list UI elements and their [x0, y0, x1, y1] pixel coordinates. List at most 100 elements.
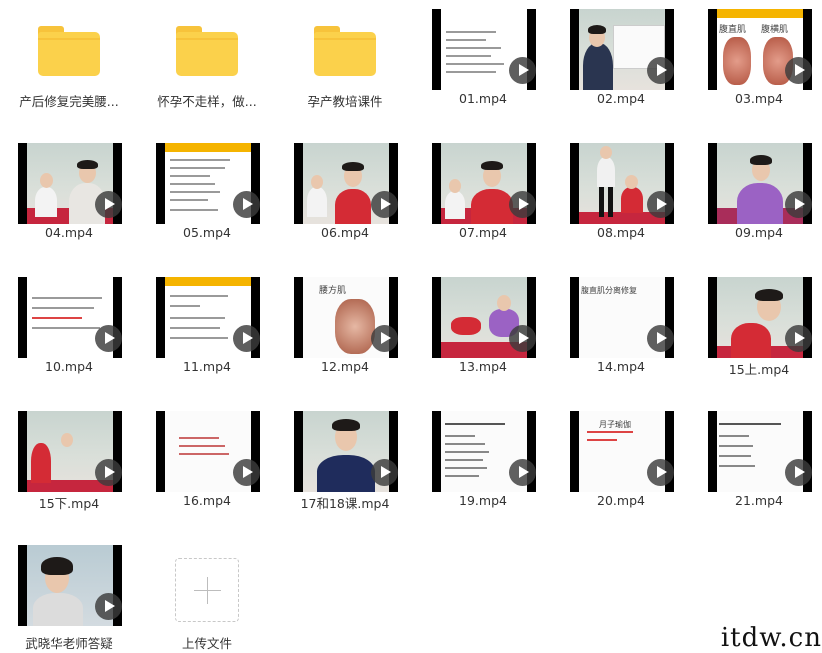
video-item[interactable]: 05.mp4 [138, 134, 276, 264]
thumbnail-text: 月子瑜伽 [599, 420, 631, 429]
video-item[interactable]: 腰方肌 12.mp4 [276, 268, 414, 398]
video-item[interactable]: 21.mp4 [690, 402, 822, 532]
thumbnail-text: 腹横肌 [761, 25, 789, 35]
video-name: 08.mp4 [597, 225, 645, 240]
folder-icon [38, 26, 100, 76]
video-thumbnail [294, 143, 398, 224]
video-thumbnail [570, 143, 674, 224]
folder-name: 孕产教培课件 [307, 94, 383, 109]
video-name: 07.mp4 [459, 225, 507, 240]
thumbnail-text: 腹直肌分离修复 [581, 286, 637, 295]
video-item[interactable]: 19.mp4 [414, 402, 552, 532]
video-name: 20.mp4 [597, 493, 645, 508]
video-item[interactable]: 15上.mp4 [690, 268, 822, 398]
video-thumbnail [708, 411, 812, 492]
video-item[interactable]: 10.mp4 [0, 268, 138, 398]
video-thumbnail [432, 411, 536, 492]
watermark: itdw.cn [720, 623, 822, 653]
video-item[interactable]: 08.mp4 [552, 134, 690, 264]
video-name: 14.mp4 [597, 359, 645, 374]
video-thumbnail [18, 545, 122, 626]
video-thumbnail [708, 277, 812, 358]
play-icon [647, 57, 674, 84]
video-item[interactable]: 13.mp4 [414, 268, 552, 398]
video-item[interactable]: 07.mp4 [414, 134, 552, 264]
video-thumbnail: 腰方肌 [294, 277, 398, 358]
play-icon [371, 325, 398, 352]
video-item[interactable]: 17和18课.mp4 [276, 402, 414, 532]
video-thumbnail [708, 143, 812, 224]
video-name: 03.mp4 [735, 91, 783, 106]
video-thumbnail [156, 411, 260, 492]
video-item[interactable]: 06.mp4 [276, 134, 414, 264]
video-item[interactable]: 月子瑜伽 20.mp4 [552, 402, 690, 532]
video-thumbnail [156, 277, 260, 358]
play-icon [233, 325, 260, 352]
play-icon [95, 459, 122, 486]
video-item[interactable]: 15下.mp4 [0, 402, 138, 532]
video-name: 12.mp4 [321, 359, 369, 374]
video-thumbnail [432, 9, 536, 90]
folder-item[interactable]: 孕产教培课件 [276, 0, 414, 130]
video-name: 10.mp4 [45, 359, 93, 374]
video-name: 17和18课.mp4 [300, 496, 390, 511]
video-thumbnail [432, 143, 536, 224]
video-name: 02.mp4 [597, 91, 645, 106]
video-name: 11.mp4 [183, 359, 231, 374]
video-name: 09.mp4 [735, 225, 783, 240]
video-thumbnail: 腹直肌 腹横肌 [708, 9, 812, 90]
video-item[interactable]: 04.mp4 [0, 134, 138, 264]
play-icon [785, 57, 812, 84]
folder-name: 怀孕不走样，做... [157, 94, 257, 109]
video-name: 13.mp4 [459, 359, 507, 374]
video-item[interactable]: 02.mp4 [552, 0, 690, 130]
play-icon [647, 325, 674, 352]
video-thumbnail [156, 143, 260, 224]
play-icon [95, 593, 122, 620]
thumbnail-text: 腹直肌 [719, 25, 747, 35]
video-item[interactable]: 01.mp4 [414, 0, 552, 130]
play-icon [785, 325, 812, 352]
file-grid: 产后修复完美腰... 怀孕不走样，做... 孕产教培课件 01.mp4 02.m… [0, 0, 822, 653]
video-name: 06.mp4 [321, 225, 369, 240]
play-icon [371, 459, 398, 486]
play-icon [785, 191, 812, 218]
video-item[interactable]: 11.mp4 [138, 268, 276, 398]
video-thumbnail [294, 411, 398, 492]
video-name: 04.mp4 [45, 225, 93, 240]
video-thumbnail [18, 277, 122, 358]
video-item[interactable]: 16.mp4 [138, 402, 276, 532]
folder-item[interactable]: 产后修复完美腰... [0, 0, 138, 130]
play-icon [233, 191, 260, 218]
video-name: 15上.mp4 [728, 362, 790, 377]
video-thumbnail [18, 411, 122, 492]
video-name: 19.mp4 [459, 493, 507, 508]
upload-button[interactable] [175, 558, 239, 622]
video-name: 15下.mp4 [38, 496, 100, 511]
video-name: 05.mp4 [183, 225, 231, 240]
play-icon [95, 191, 122, 218]
upload-label: 上传文件 [181, 636, 232, 651]
folder-name: 产后修复完美腰... [19, 94, 119, 109]
play-icon [509, 57, 536, 84]
video-item[interactable]: 09.mp4 [690, 134, 822, 264]
video-thumbnail: 腹直肌分离修复 [570, 277, 674, 358]
play-icon [509, 325, 536, 352]
folder-icon [314, 26, 376, 76]
folder-item[interactable]: 怀孕不走样，做... [138, 0, 276, 130]
folder-icon [176, 26, 238, 76]
video-name: 武晓华老师答疑 [25, 636, 113, 651]
video-name: 01.mp4 [459, 91, 507, 106]
video-item[interactable]: 腹直肌分离修复 14.mp4 [552, 268, 690, 398]
play-icon [785, 459, 812, 486]
video-thumbnail [18, 143, 122, 224]
play-icon [509, 459, 536, 486]
play-icon [647, 191, 674, 218]
video-thumbnail [570, 9, 674, 90]
video-name: 21.mp4 [735, 493, 783, 508]
play-icon [95, 325, 122, 352]
video-thumbnail [432, 277, 536, 358]
thumbnail-text: 腰方肌 [319, 286, 347, 296]
play-icon [371, 191, 398, 218]
video-item[interactable]: 腹直肌 腹横肌 03.mp4 [690, 0, 822, 130]
